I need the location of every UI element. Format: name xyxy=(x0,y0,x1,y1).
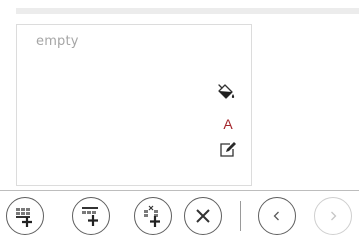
fill-color-button[interactable] xyxy=(215,81,237,103)
font-color-button[interactable]: A xyxy=(217,113,239,135)
content-panel[interactable]: empty A xyxy=(16,24,252,186)
bottom-toolbar xyxy=(0,195,359,239)
top-separator-bar xyxy=(16,8,359,14)
insert-column-button[interactable] xyxy=(134,197,172,235)
insert-row-below-icon xyxy=(16,208,32,227)
insert-row-below-button[interactable] xyxy=(6,197,44,235)
previous-button[interactable] xyxy=(258,197,296,235)
next-button[interactable] xyxy=(314,197,352,235)
toolbar-separator xyxy=(240,201,241,231)
chevron-right-icon xyxy=(331,211,337,221)
delete-button[interactable] xyxy=(184,197,222,235)
chevron-left-icon xyxy=(273,211,279,221)
close-icon xyxy=(196,209,210,223)
toolbar-divider xyxy=(0,190,359,191)
insert-row-above-icon xyxy=(82,207,98,226)
edit-button[interactable] xyxy=(217,139,239,161)
empty-placeholder: empty xyxy=(36,34,79,49)
font-color-glyph: A xyxy=(223,116,233,132)
insert-row-above-button[interactable] xyxy=(72,197,110,235)
insert-column-icon xyxy=(144,205,160,227)
paint-bucket-icon xyxy=(218,84,235,99)
edit-icon xyxy=(220,142,236,157)
